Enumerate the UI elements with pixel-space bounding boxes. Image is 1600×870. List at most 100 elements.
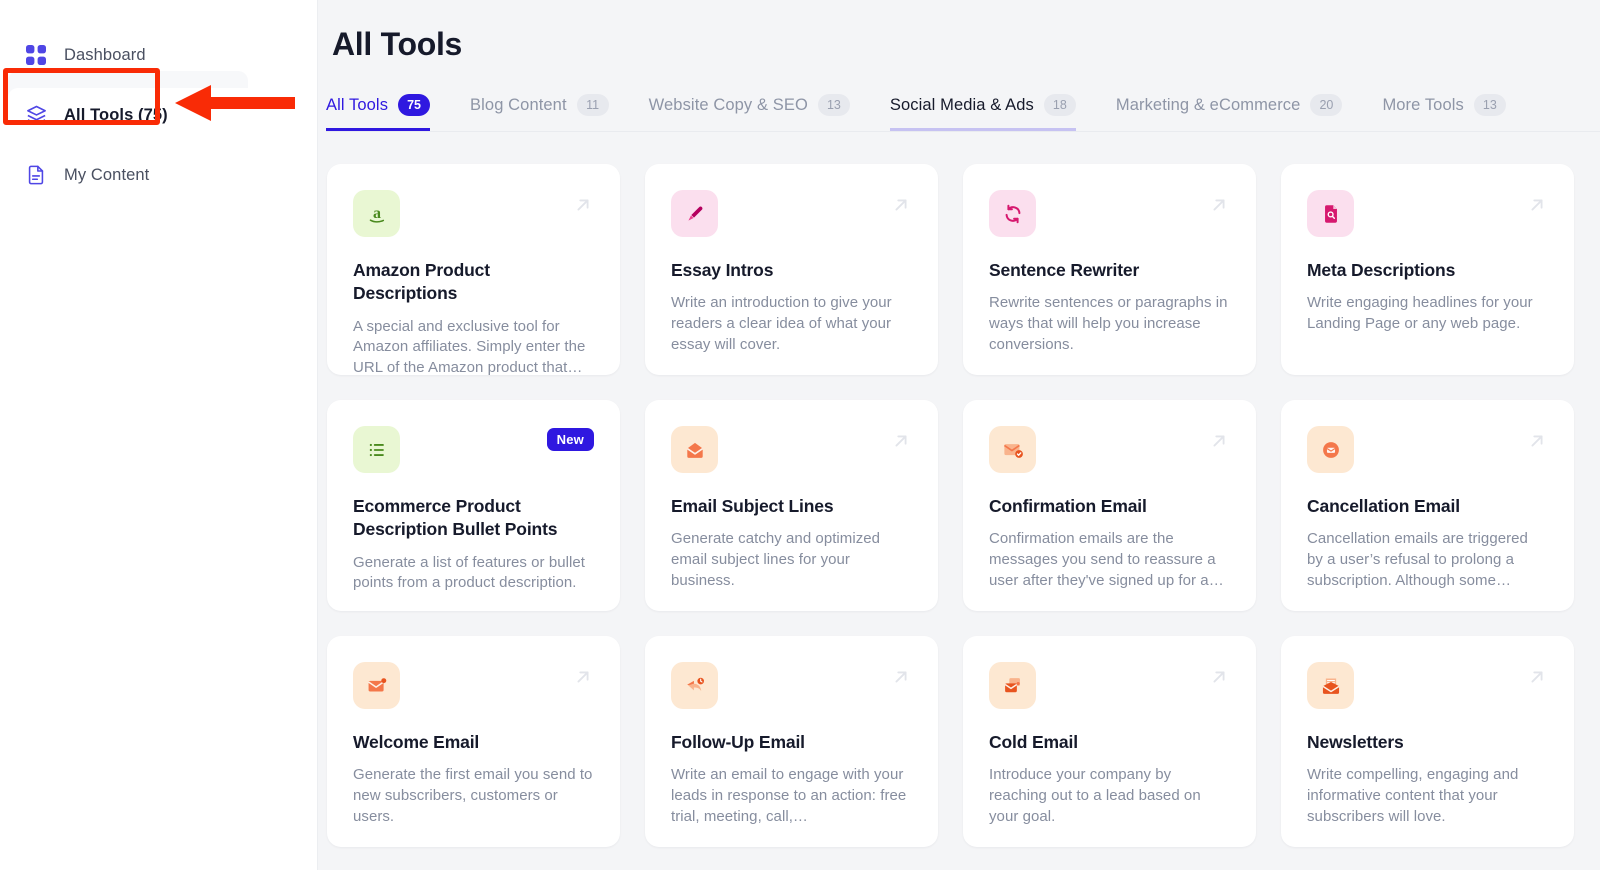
card-title: Ecommerce Product Description Bullet Poi… [353, 495, 594, 542]
tab-label: More Tools [1382, 96, 1463, 115]
card-title: Cancellation Email [1307, 495, 1548, 518]
card-title: Meta Descriptions [1307, 259, 1548, 282]
envelope-check-icon [989, 426, 1036, 473]
pen-icon [671, 190, 718, 237]
card-title: Confirmation Email [989, 495, 1230, 518]
card-title: Essay Intros [671, 259, 912, 282]
envelope-circle-icon [1307, 426, 1354, 473]
document-icon [24, 163, 48, 187]
open-external-icon[interactable] [1208, 194, 1230, 216]
reply-clock-icon [671, 662, 718, 709]
open-external-icon[interactable] [1208, 430, 1230, 452]
open-external-icon[interactable] [1526, 194, 1548, 216]
card-title: Email Subject Lines [671, 495, 912, 518]
card-header [671, 662, 912, 709]
tool-card[interactable]: Newsletters Write compelling, engaging a… [1281, 636, 1574, 847]
tool-card[interactable]: Cold Email Introduce your company by rea… [963, 636, 1256, 847]
main-content: All Tools All Tools 75 Blog Content 11 W… [318, 0, 1600, 870]
card-description: Write compelling, engaging and informati… [1307, 765, 1548, 827]
tab-social-media-ads[interactable]: Social Media & Ads 18 [890, 94, 1076, 131]
new-badge: New [547, 428, 594, 451]
open-external-icon[interactable] [572, 194, 594, 216]
tool-card[interactable]: a Amazon Product Descriptions A special … [327, 164, 620, 375]
svg-text:a: a [373, 205, 381, 222]
open-external-icon[interactable] [1526, 666, 1548, 688]
card-description: Cancellation emails are triggered by a u… [1307, 529, 1548, 591]
document-search-icon [1307, 190, 1354, 237]
page-header: All Tools [318, 0, 1600, 63]
card-description: Generate catchy and optimized email subj… [671, 529, 912, 591]
card-title: Follow-Up Email [671, 731, 912, 754]
amazon-a-icon: a [353, 190, 400, 237]
open-external-icon[interactable] [1526, 430, 1548, 452]
tool-card[interactable]: Cancellation Email Cancellation emails a… [1281, 400, 1574, 611]
tool-card[interactable]: Essay Intros Write an introduction to gi… [645, 164, 938, 375]
sidebar-item-all-tools[interactable]: All Tools (75) [8, 88, 309, 142]
app-root: Dashboard All Tools (75) My Content [0, 0, 1600, 870]
newsletter-icon [1307, 662, 1354, 709]
card-header [989, 190, 1230, 237]
tool-card-grid: a Amazon Product Descriptions A special … [327, 164, 1600, 847]
tool-card[interactable]: Confirmation Email Confirmation emails a… [963, 400, 1256, 611]
card-title: Sentence Rewriter [989, 259, 1230, 282]
card-title: Welcome Email [353, 731, 594, 754]
card-description: Introduce your company by reaching out t… [989, 765, 1230, 827]
tool-card[interactable]: Sentence Rewriter Rewrite sentences or p… [963, 164, 1256, 375]
tab-count-badge: 18 [1044, 94, 1076, 116]
tab-count-badge: 13 [818, 94, 850, 116]
card-header [353, 662, 594, 709]
open-external-icon[interactable] [890, 666, 912, 688]
tab-label: All Tools [326, 96, 388, 115]
card-description: Write an introduction to give your reade… [671, 293, 912, 355]
grid-dots-icon [24, 43, 48, 67]
envelope-open-icon [671, 426, 718, 473]
tab-blog-content[interactable]: Blog Content 11 [470, 94, 609, 131]
card-header [989, 426, 1230, 473]
tab-more-tools[interactable]: More Tools 13 [1382, 94, 1505, 131]
open-external-icon[interactable] [1208, 666, 1230, 688]
sidebar-item-my-content[interactable]: My Content [8, 148, 309, 202]
sidebar-item-label: Dashboard [64, 46, 146, 65]
tab-count-badge: 13 [1474, 94, 1506, 116]
card-title: Newsletters [1307, 731, 1548, 754]
card-header [1307, 190, 1548, 237]
tab-website-copy-seo[interactable]: Website Copy & SEO 13 [649, 94, 850, 131]
tool-card[interactable]: Email Subject Lines Generate catchy and … [645, 400, 938, 611]
card-title: Cold Email [989, 731, 1230, 754]
card-title: Amazon Product Descriptions [353, 259, 594, 306]
tab-all-tools[interactable]: All Tools 75 [326, 94, 430, 131]
sidebar: Dashboard All Tools (75) My Content [0, 0, 318, 870]
tabs-divider [326, 131, 1600, 132]
tool-card[interactable]: Welcome Email Generate the first email y… [327, 636, 620, 847]
tab-label: Social Media & Ads [890, 96, 1034, 115]
tool-card[interactable]: Meta Descriptions Write engaging headlin… [1281, 164, 1574, 375]
card-header: New [353, 426, 594, 473]
layers-icon [24, 103, 48, 127]
tab-label: Website Copy & SEO [649, 96, 808, 115]
tab-count-badge: 20 [1310, 94, 1342, 116]
tab-count-badge: 75 [398, 94, 430, 116]
open-external-icon[interactable] [890, 430, 912, 452]
tab-label: Blog Content [470, 96, 567, 115]
envelope-stack-icon [989, 662, 1036, 709]
envelope-dot-icon [353, 662, 400, 709]
open-external-icon[interactable] [890, 194, 912, 216]
tool-card[interactable]: Follow-Up Email Write an email to engage… [645, 636, 938, 847]
card-header: a [353, 190, 594, 237]
sidebar-item-label: All Tools (75) [64, 106, 168, 125]
open-external-icon[interactable] [572, 666, 594, 688]
refresh-icon [989, 190, 1036, 237]
card-description: A special and exclusive tool for Amazon … [353, 317, 594, 375]
tool-card[interactable]: New Ecommerce Product Description Bullet… [327, 400, 620, 611]
card-description: Confirmation emails are the messages you… [989, 529, 1230, 591]
card-description: Rewrite sentences or paragraphs in ways … [989, 293, 1230, 355]
card-header [671, 190, 912, 237]
card-description: Write an email to engage with your leads… [671, 765, 912, 827]
tab-marketing-ecommerce[interactable]: Marketing & eCommerce 20 [1116, 94, 1343, 131]
card-description: Write engaging headlines for your Landin… [1307, 293, 1548, 334]
card-header [1307, 662, 1548, 709]
card-description: Generate the first email you send to new… [353, 765, 594, 827]
page-title: All Tools [332, 26, 1600, 63]
tab-label: Marketing & eCommerce [1116, 96, 1301, 115]
category-tabs: All Tools 75 Blog Content 11 Website Cop… [326, 85, 1600, 131]
